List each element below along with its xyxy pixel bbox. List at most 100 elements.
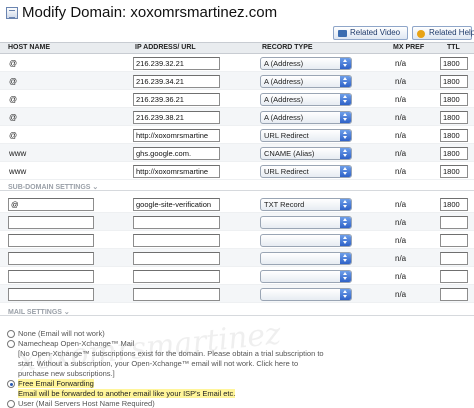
radio-mail-none[interactable] xyxy=(7,330,15,338)
record-type-select[interactable]: CNAME (Alias) xyxy=(260,147,352,160)
ip-input[interactable]: 216.239.32.21 xyxy=(133,57,220,70)
chevron-down-icon: ⌄ xyxy=(63,309,70,316)
table-row: www ghs.google.com. CNAME (Alias) n/a 18… xyxy=(0,144,474,162)
radio-mail-oxc[interactable] xyxy=(7,340,15,348)
record-type-select[interactable]: A (Address) xyxy=(260,111,352,124)
select-arrow-icon xyxy=(340,148,351,159)
host-input[interactable] xyxy=(8,252,94,265)
subdomain-section-label[interactable]: SUB-DOMAIN SETTINGS ⌄ xyxy=(8,183,98,191)
ttl-input[interactable]: 1800 xyxy=(440,198,468,211)
mx-cell: n/a xyxy=(395,167,407,176)
ip-input[interactable] xyxy=(133,270,220,283)
col-ttl: TTL xyxy=(447,44,460,51)
mx-cell: n/a xyxy=(395,59,407,68)
mail-label-text: MAIL SETTINGS xyxy=(8,309,62,316)
record-type-select[interactable]: A (Address) xyxy=(260,57,352,70)
table-row: n/a xyxy=(0,249,474,267)
ip-input[interactable]: 216.239.36.21 xyxy=(133,93,220,106)
ip-input[interactable]: http://xoxomrsmartine xyxy=(133,165,220,178)
ip-input[interactable] xyxy=(133,252,220,265)
ttl-input[interactable] xyxy=(440,288,468,301)
table-row: n/a xyxy=(0,285,474,303)
ip-input[interactable]: http://xoxomrsmartine xyxy=(133,129,220,142)
table-row: n/a xyxy=(0,213,474,231)
ip-input[interactable] xyxy=(133,234,220,247)
ttl-input[interactable] xyxy=(440,216,468,229)
ttl-input[interactable]: 1800 xyxy=(440,165,468,178)
table-row: n/a xyxy=(0,231,474,249)
ttl-input[interactable]: 1800 xyxy=(440,75,468,88)
domain-icon xyxy=(6,7,18,19)
host-input[interactable]: @ xyxy=(8,198,94,211)
title-bar: Modify Domain: xoxomrsmartinez.com Relat… xyxy=(0,0,474,40)
ip-input[interactable] xyxy=(133,288,220,301)
select-arrow-icon xyxy=(340,58,351,69)
record-type-select[interactable]: A (Address) xyxy=(260,93,352,106)
chevron-down-icon: ⌄ xyxy=(92,184,99,191)
record-type-select[interactable]: A (Address) xyxy=(260,75,352,88)
mx-cell: n/a xyxy=(395,290,407,299)
ttl-input[interactable] xyxy=(440,234,468,247)
host-cell: @ xyxy=(9,113,18,122)
ttl-input[interactable]: 1800 xyxy=(440,93,468,106)
record-type-select[interactable] xyxy=(260,288,352,301)
record-type-select[interactable] xyxy=(260,216,352,229)
record-type-select[interactable] xyxy=(260,234,352,247)
ttl-input[interactable]: 1800 xyxy=(440,111,468,124)
mx-cell: n/a xyxy=(395,218,407,227)
record-type-value: A (Address) xyxy=(264,77,304,86)
table-header: HOST NAME IP ADDRESS/ URL RECORD TYPE MX… xyxy=(0,42,474,54)
mx-cell: n/a xyxy=(395,272,407,281)
host-input[interactable] xyxy=(8,288,94,301)
ip-input[interactable]: 216.239.38.21 xyxy=(133,111,220,124)
select-arrow-icon xyxy=(340,289,351,300)
ttl-input[interactable]: 1800 xyxy=(440,147,468,160)
select-arrow-icon xyxy=(340,217,351,228)
ip-input[interactable]: ghs.google.com. xyxy=(133,147,220,160)
mail-forward-label: Free Email Forwarding xyxy=(18,379,94,388)
record-type-select[interactable] xyxy=(260,270,352,283)
host-cell: www xyxy=(9,149,27,158)
table-row: www http://xoxomrsmartine URL Redirect n… xyxy=(0,162,474,180)
host-cell: www xyxy=(9,167,27,176)
host-input[interactable] xyxy=(8,216,94,229)
host-cell: @ xyxy=(9,59,18,68)
record-type-select[interactable] xyxy=(260,252,352,265)
help-icon xyxy=(417,30,425,38)
ttl-input[interactable] xyxy=(440,252,468,265)
mail-section-label[interactable]: MAIL SETTINGS ⌄ xyxy=(8,308,70,316)
mx-cell: n/a xyxy=(395,254,407,263)
related-video-button[interactable]: Related Video xyxy=(333,26,408,40)
record-type-select[interactable]: URL Redirect xyxy=(260,165,352,178)
host-cell: @ xyxy=(9,131,18,140)
record-type-value: A (Address) xyxy=(264,95,304,104)
select-arrow-icon xyxy=(340,112,351,123)
ttl-input[interactable]: 1800 xyxy=(440,129,468,142)
ttl-input[interactable] xyxy=(440,270,468,283)
ip-input[interactable] xyxy=(133,216,220,229)
record-type-select[interactable]: TXT Record xyxy=(260,198,352,211)
related-help-button[interactable]: Related Help xyxy=(412,26,474,40)
ttl-input[interactable]: 1800 xyxy=(440,57,468,70)
host-input[interactable] xyxy=(8,234,94,247)
radio-mail-user[interactable] xyxy=(7,400,15,408)
host-input[interactable] xyxy=(8,270,94,283)
table-row: n/a xyxy=(0,267,474,285)
select-arrow-icon xyxy=(340,130,351,141)
select-arrow-icon xyxy=(340,253,351,264)
mx-cell: n/a xyxy=(395,149,407,158)
col-host: HOST NAME xyxy=(8,44,50,51)
ip-input[interactable]: 216.239.34.21 xyxy=(133,75,220,88)
ip-input[interactable]: google-site-verification xyxy=(133,198,220,211)
table-row: @ http://xoxomrsmartine URL Redirect n/a… xyxy=(0,126,474,144)
record-type-value: A (Address) xyxy=(264,59,304,68)
subdomain-label-text: SUB-DOMAIN SETTINGS xyxy=(8,184,91,191)
watermark: xoxomrsmartinez xyxy=(16,316,283,379)
radio-mail-forward[interactable] xyxy=(7,380,15,388)
record-type-select[interactable]: URL Redirect xyxy=(260,129,352,142)
table-row: @ 216.239.32.21 A (Address) n/a 1800 xyxy=(0,54,474,72)
col-type: RECORD TYPE xyxy=(262,44,313,51)
select-arrow-icon xyxy=(340,94,351,105)
related-help-label: Related Help xyxy=(429,28,474,37)
mx-cell: n/a xyxy=(395,77,407,86)
